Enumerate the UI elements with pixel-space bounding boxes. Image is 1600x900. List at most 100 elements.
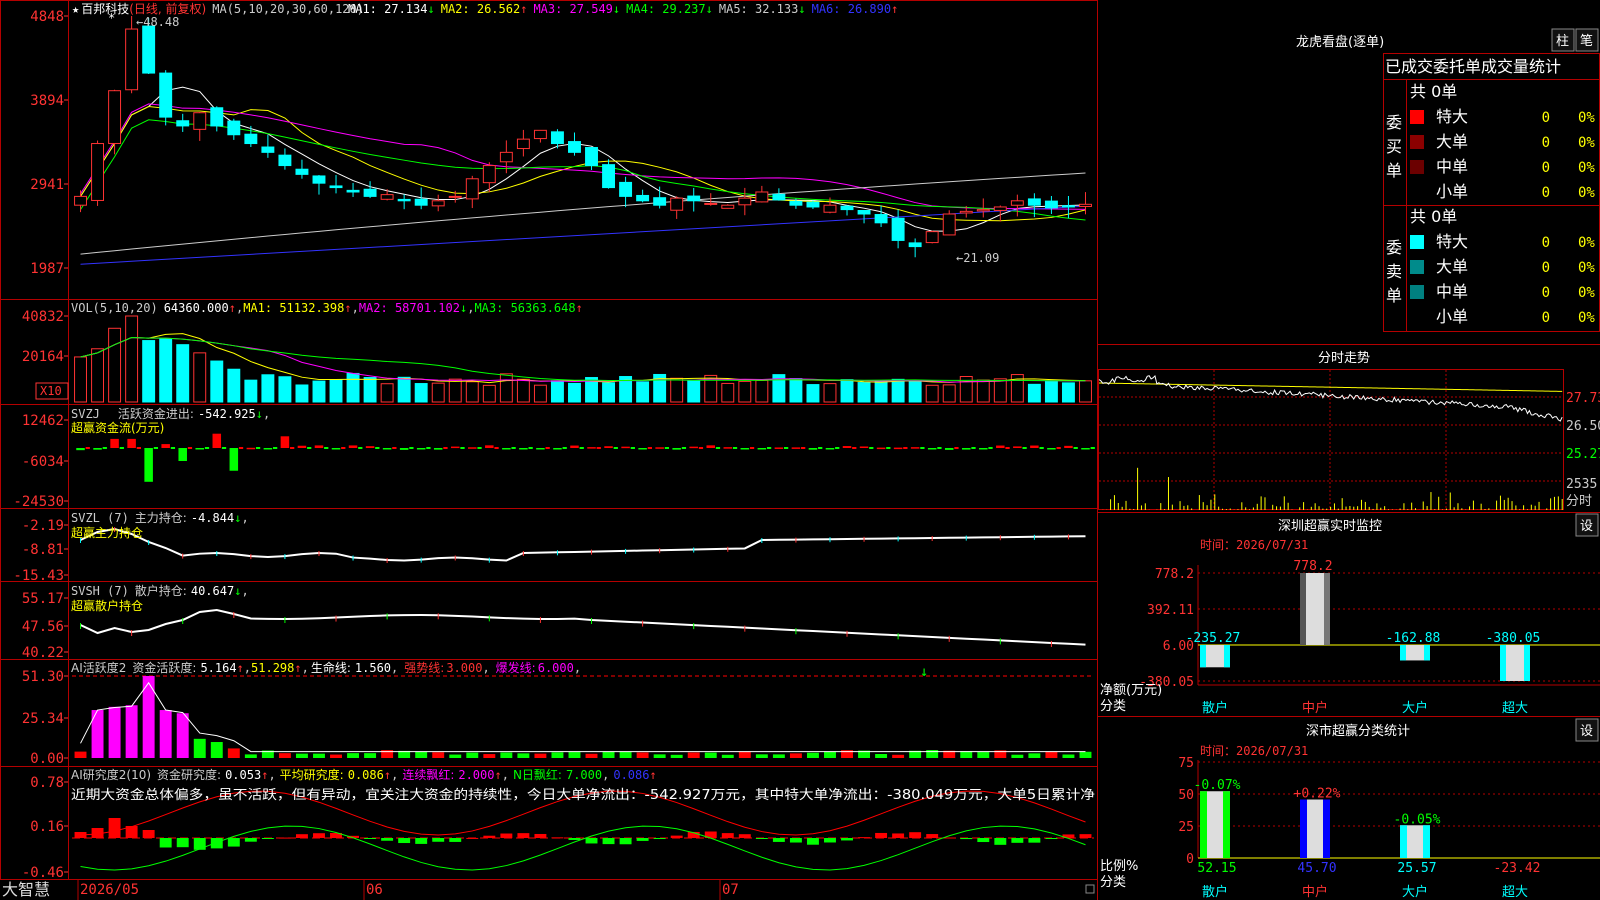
high-price-annotation: ←48.48 bbox=[136, 15, 179, 29]
volume-bar bbox=[1027, 383, 1041, 403]
x-label-jul: 07 bbox=[722, 882, 739, 898]
stats-settings-button[interactable]: 设 bbox=[1575, 718, 1599, 742]
research-bar bbox=[517, 833, 530, 838]
volume-bar bbox=[499, 373, 513, 403]
fund-flow-bar bbox=[161, 444, 170, 448]
activity-bar bbox=[1028, 753, 1041, 758]
volume-bar bbox=[312, 380, 326, 403]
candle-up bbox=[1010, 200, 1024, 206]
activity-bar bbox=[772, 754, 785, 758]
candle-up bbox=[670, 197, 684, 211]
research-bar bbox=[500, 833, 513, 838]
category-percent: 0% bbox=[1578, 260, 1595, 276]
activity-bar bbox=[619, 751, 632, 758]
candle-up bbox=[976, 209, 990, 212]
volume-bar bbox=[142, 340, 156, 403]
research-bar bbox=[994, 838, 1007, 845]
volume-bar bbox=[738, 380, 752, 403]
fund-flow-bar bbox=[416, 448, 426, 450]
volume-bar bbox=[176, 344, 190, 403]
research-bar bbox=[551, 837, 564, 839]
research-bar bbox=[721, 833, 734, 838]
stats-category-label: 中户 bbox=[1302, 884, 1328, 900]
activity-bar bbox=[210, 742, 223, 758]
svg-text:单: 单 bbox=[1386, 161, 1402, 180]
monitor-settings-button[interactable]: 设 bbox=[1575, 513, 1599, 537]
fund-flow-bar bbox=[280, 436, 290, 448]
fund-flow-bar bbox=[536, 448, 545, 450]
candle-up bbox=[925, 231, 939, 244]
activity-bar bbox=[364, 753, 377, 758]
svg-text:柱: 柱 bbox=[1556, 34, 1569, 49]
candle-up bbox=[755, 191, 769, 203]
volume-unit: X10 bbox=[40, 384, 62, 398]
activity-bar bbox=[670, 754, 683, 758]
candle-down bbox=[585, 147, 598, 167]
candle-up bbox=[738, 197, 752, 206]
fund-flow-bar bbox=[144, 448, 153, 482]
activity-bar bbox=[1011, 754, 1024, 758]
category-count: 0 bbox=[1542, 260, 1550, 276]
volume-bar bbox=[942, 384, 956, 403]
fund-flow-bar bbox=[689, 446, 698, 449]
candle-down bbox=[363, 188, 377, 197]
candle-down bbox=[687, 195, 701, 202]
research-bar bbox=[568, 838, 581, 840]
fund-flow-bar bbox=[638, 448, 647, 450]
research-bar bbox=[210, 838, 223, 849]
research-bar bbox=[108, 818, 121, 838]
volume-bar bbox=[1061, 382, 1075, 403]
category-name: 大单 bbox=[1436, 257, 1468, 276]
candle-up bbox=[704, 202, 718, 205]
candle-down bbox=[397, 198, 411, 202]
activity-bar bbox=[721, 754, 734, 758]
buy-side-label: 委买单 bbox=[1386, 113, 1402, 180]
monitor-title: 深圳超赢实时监控 bbox=[1278, 518, 1382, 534]
research-bar bbox=[772, 838, 785, 842]
intraday-price-tick: 26.50 bbox=[1566, 419, 1600, 434]
activity-bar bbox=[330, 754, 342, 758]
svg-text:★百邦科技(日线, 前复权)MA(5,10,20,30,60: ★ 百邦科技(日线, 前复权) MA(5,10,20,30,60,120) bbox=[72, 1, 364, 16]
activity-bar bbox=[415, 751, 428, 758]
fund-flow-bar bbox=[297, 445, 307, 448]
category-name: 大单 bbox=[1436, 132, 1468, 151]
monitor-category-label: 中户 bbox=[1302, 700, 1328, 716]
y-tick-label: -24530 bbox=[13, 494, 64, 510]
category-percent: 0% bbox=[1578, 185, 1595, 201]
fund-flow-bar bbox=[93, 448, 102, 450]
fund-flow-bar bbox=[944, 448, 954, 450]
volume-bar bbox=[840, 379, 854, 403]
intraday-title: 分时走势 bbox=[1318, 350, 1370, 366]
candle-up bbox=[516, 138, 530, 150]
dragon-tiger-title: 龙虎看盘(逐单) bbox=[1296, 34, 1384, 50]
y-tick-label: 40832 bbox=[22, 309, 64, 325]
activity-bar bbox=[977, 752, 990, 758]
research-bar bbox=[909, 832, 922, 838]
research-bar bbox=[227, 838, 240, 847]
research-bar bbox=[534, 833, 547, 838]
research-bar bbox=[875, 832, 888, 838]
category-color-swatch bbox=[1410, 135, 1424, 149]
fund-flow-axis: 12462 -6034 -24530 bbox=[13, 413, 68, 510]
volume-bar bbox=[550, 380, 564, 403]
candle-up bbox=[108, 90, 122, 144]
volume-bar bbox=[1079, 380, 1092, 403]
volume-bar bbox=[908, 381, 922, 403]
research-bar bbox=[159, 838, 172, 848]
tick-mode-button[interactable]: 笔 bbox=[1575, 28, 1599, 52]
category-percent: 0% bbox=[1578, 285, 1595, 301]
bar-mode-button[interactable]: 柱 bbox=[1551, 28, 1575, 52]
monitor-time: 时间：2026/07/31 bbox=[1200, 538, 1308, 552]
fund-flow-bar bbox=[859, 446, 869, 448]
svg-text:买: 买 bbox=[1386, 137, 1402, 156]
category-count: 0 bbox=[1542, 285, 1550, 301]
research-bar bbox=[824, 838, 836, 843]
volume-bar bbox=[193, 352, 207, 403]
candle-up bbox=[91, 143, 105, 201]
monitor-category-label: 大户 bbox=[1402, 700, 1428, 716]
research-bar bbox=[892, 833, 905, 838]
candle-down bbox=[278, 154, 292, 167]
fund-flow-bar bbox=[331, 448, 341, 450]
fund-flow-bar bbox=[212, 433, 222, 448]
fund-flow-bar bbox=[842, 446, 852, 448]
